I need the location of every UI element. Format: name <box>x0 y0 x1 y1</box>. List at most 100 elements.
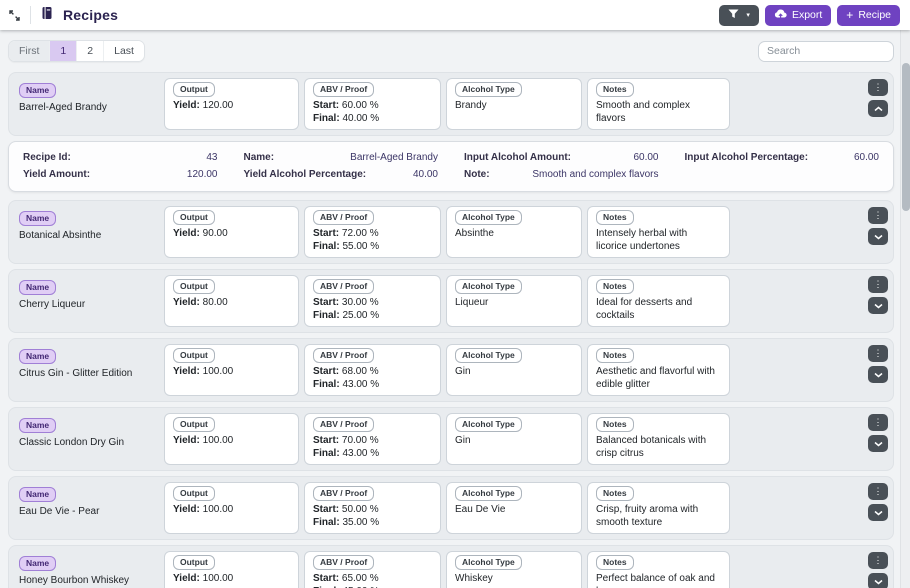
add-recipe-button[interactable]: + Recipe <box>837 5 900 26</box>
recipe-name: Barrel-Aged Brandy <box>19 102 157 114</box>
page-button-2[interactable]: 2 <box>77 41 104 61</box>
recipe-card: Name Honey Bourbon Whiskey Output Yield:… <box>8 545 894 588</box>
start-label: Start: <box>313 504 339 515</box>
name-badge: Name <box>19 556 56 571</box>
export-button[interactable]: Export <box>765 5 831 26</box>
output-badge: Output <box>173 555 215 570</box>
kebab-icon: ⋮ <box>874 349 883 358</box>
name-column: Name Cherry Liqueur <box>15 275 159 327</box>
alcohol-type-value: Whiskey <box>455 572 573 585</box>
notes-badge: Notes <box>596 279 634 294</box>
row-expand-button[interactable] <box>868 573 888 588</box>
notes-panel: Notes Perfect balance of oak and honey <box>587 551 730 588</box>
card-actions: ⋮ <box>866 275 888 327</box>
chevron-icon <box>874 234 883 240</box>
chevron-icon <box>874 106 883 112</box>
alcohol-type-badge: Alcohol Type <box>455 210 522 225</box>
row-menu-button[interactable]: ⋮ <box>868 483 888 500</box>
card-actions: ⋮ <box>866 344 888 396</box>
recipe-name: Honey Bourbon Whiskey <box>19 575 157 587</box>
yield-label: Yield: <box>173 435 200 446</box>
scrollbar-thumb[interactable] <box>902 63 910 211</box>
output-panel: Output Yield: 120.00 <box>164 78 299 130</box>
output-panel: Output Yield: 100.00 <box>164 344 299 396</box>
recipe-card: Name Barrel-Aged Brandy Output Yield: 12… <box>8 72 894 136</box>
page-button-first[interactable]: First <box>9 41 50 61</box>
row-expand-button[interactable] <box>868 297 888 314</box>
start-label: Start: <box>313 435 339 446</box>
card-spacer <box>735 413 861 465</box>
final-label: Final: <box>313 241 340 252</box>
output-badge: Output <box>173 210 215 225</box>
row-expand-button[interactable] <box>868 228 888 245</box>
final-value: 55.00 % <box>342 241 379 252</box>
row-expand-button[interactable] <box>868 504 888 521</box>
card-actions: ⋮ <box>866 413 888 465</box>
alcohol-type-panel: Alcohol Type Absinthe <box>446 206 582 258</box>
output-panel: Output Yield: 80.00 <box>164 275 299 327</box>
name-column: Name Barrel-Aged Brandy <box>15 78 159 130</box>
row-expand-button[interactable] <box>868 366 888 383</box>
start-label: Start: <box>313 100 339 111</box>
recipe-card: Name Eau De Vie - Pear Output Yield: 100… <box>8 476 894 540</box>
row-menu-button[interactable]: ⋮ <box>868 552 888 569</box>
header-divider <box>30 6 31 24</box>
yield-value: 90.00 <box>203 228 228 239</box>
detail-value: 120.00 <box>187 168 218 182</box>
abv-proof-badge: ABV / Proof <box>313 555 374 570</box>
abv-proof-badge: ABV / Proof <box>313 486 374 501</box>
name-badge: Name <box>19 349 56 364</box>
abv-proof-panel: ABV / Proof Start: 65.00 % Final: 45.00 … <box>304 551 441 588</box>
card-spacer <box>735 206 861 258</box>
add-recipe-button-label: Recipe <box>858 9 891 21</box>
detail-column: Input Alcohol Percentage:60.00 <box>685 151 880 182</box>
row-menu-button[interactable]: ⋮ <box>868 345 888 362</box>
alcohol-type-panel: Alcohol Type Gin <box>446 413 582 465</box>
kebab-icon: ⋮ <box>874 83 883 92</box>
page-button-last[interactable]: Last <box>104 41 144 61</box>
yield-value: 100.00 <box>203 366 234 377</box>
yield-label: Yield: <box>173 504 200 515</box>
kebab-icon: ⋮ <box>874 211 883 220</box>
row-menu-button[interactable]: ⋮ <box>868 276 888 293</box>
row-menu-button[interactable]: ⋮ <box>868 414 888 431</box>
notes-panel: Notes Intensely herbal with licorice und… <box>587 206 730 258</box>
final-value: 40.00 % <box>342 113 379 124</box>
output-panel: Output Yield: 100.00 <box>164 413 299 465</box>
final-value: 25.00 % <box>342 310 379 321</box>
page-button-1[interactable]: 1 <box>50 41 77 61</box>
detail-label: Recipe Id: <box>23 151 71 165</box>
notes-badge: Notes <box>596 348 634 363</box>
alcohol-type-badge: Alcohol Type <box>455 82 522 97</box>
row-menu-button[interactable]: ⋮ <box>868 79 888 96</box>
alcohol-type-value: Gin <box>455 365 573 378</box>
start-label: Start: <box>313 228 339 239</box>
name-column: Name Eau De Vie - Pear <box>15 482 159 534</box>
notes-badge: Notes <box>596 555 634 570</box>
detail-label: Yield Alcohol Percentage: <box>244 168 367 182</box>
abv-proof-panel: ABV / Proof Start: 60.00 % Final: 40.00 … <box>304 78 441 130</box>
recipe-detail-panel: Recipe Id:43 Yield Amount:120.00 Name:Ba… <box>8 141 894 192</box>
yield-value: 100.00 <box>203 573 234 584</box>
search-input[interactable] <box>758 41 894 62</box>
notes-value: Crisp, fruity aroma with smooth texture <box>596 503 721 529</box>
alcohol-type-badge: Alcohol Type <box>455 279 522 294</box>
yield-value: 120.00 <box>203 100 234 111</box>
detail-value: 60.00 <box>854 151 879 165</box>
detail-value: Smooth and complex flavors <box>532 168 658 182</box>
vertical-scrollbar[interactable] <box>900 30 910 588</box>
alcohol-type-panel: Alcohol Type Eau De Vie <box>446 482 582 534</box>
name-badge: Name <box>19 211 56 226</box>
filter-dropdown-button[interactable]: ▾ <box>719 5 759 26</box>
row-expand-button[interactable] <box>868 435 888 452</box>
expand-icon[interactable] <box>8 9 21 22</box>
start-label: Start: <box>313 573 339 584</box>
row-expand-button[interactable] <box>868 100 888 117</box>
detail-label: Yield Amount: <box>23 168 90 182</box>
card-spacer <box>735 482 861 534</box>
row-menu-button[interactable]: ⋮ <box>868 207 888 224</box>
notes-value: Intensely herbal with licorice undertone… <box>596 227 721 253</box>
card-actions: ⋮ <box>866 78 888 130</box>
kebab-icon: ⋮ <box>874 487 883 496</box>
notes-value: Perfect balance of oak and honey <box>596 572 721 588</box>
